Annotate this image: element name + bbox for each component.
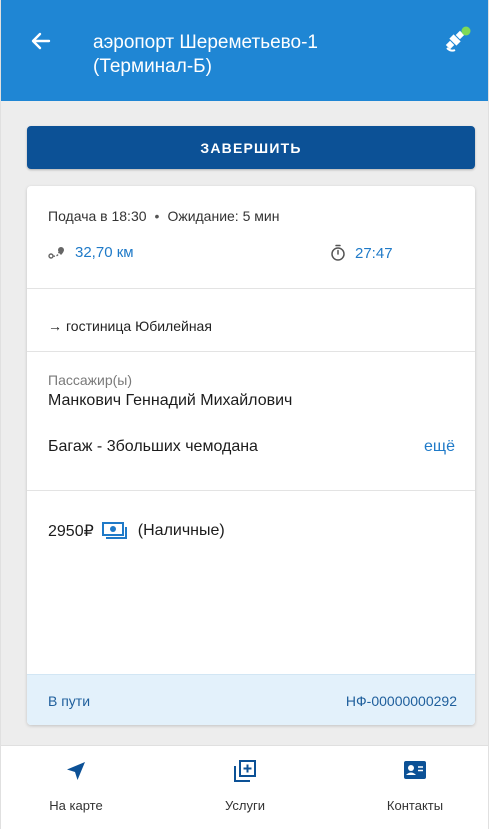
bottom-navigation: На карте Услуги Контакты: [1, 745, 488, 829]
contacts-icon: [404, 761, 426, 779]
page-title: аэропорт Шереметьево-1 (Терминал-Б): [93, 32, 319, 77]
finish-button[interactable]: ЗАВЕРШИТЬ: [27, 126, 475, 169]
passenger-section: Пассажир(ы) Манкович Геннадий Михайлович…: [27, 352, 475, 491]
nav-services[interactable]: Услуги: [170, 746, 320, 829]
duration-info: 27:47: [330, 244, 393, 262]
waiting-time: Ожидание: 5 мин: [167, 208, 280, 224]
pickup-wait-line: Подача в 18:30 • Ожидание: 5 мин: [48, 208, 279, 224]
arrow-left-icon: [31, 32, 51, 50]
cash-icon: [101, 522, 128, 540]
destination-name: гостиница Юбилейная: [66, 318, 212, 334]
payment-section: 2950₽ (Наличные): [27, 491, 475, 674]
status-badge: В пути: [48, 693, 91, 709]
back-button[interactable]: [26, 26, 56, 56]
payment-method: (Наличные): [137, 522, 225, 539]
baggage-info: Багаж - 3больших чемодана: [48, 438, 258, 455]
passengers-label: Пассажир(ы): [48, 372, 132, 388]
stopwatch-icon: [331, 244, 345, 261]
order-status-bar: В пути НФ-00000000292: [27, 674, 475, 725]
destination-row: → гостиница Юбилейная: [48, 318, 212, 334]
separator-dot: •: [154, 208, 160, 224]
order-screen: аэропорт Шереметьево-1 (Терминал-Б) ЗАВЕ…: [0, 0, 489, 829]
distance-value: 32,70 км: [75, 244, 134, 261]
price-value: 2950₽: [48, 523, 94, 540]
trip-info-section: Подача в 18:30 • Ожидание: 5 мин 32,70 км …: [27, 186, 475, 289]
satellite-icon: [445, 26, 471, 52]
gps-status-button[interactable]: [439, 22, 475, 58]
navigation-arrow-icon: [67, 762, 85, 780]
arrow-right-icon: →: [48, 318, 62, 334]
payment-row: 2950₽ (Наличные): [48, 521, 225, 541]
order-number: НФ-00000000292: [345, 693, 457, 709]
route-icon: [48, 246, 64, 259]
pickup-time: Подача в 18:30: [48, 208, 147, 224]
nav-map[interactable]: На карте: [1, 746, 151, 829]
distance-info: 32,70 км: [48, 244, 134, 261]
add-box-icon: [234, 760, 256, 782]
order-card: Подача в 18:30 • Ожидание: 5 мин 32,70 км …: [27, 186, 475, 725]
duration-value: 27:47: [355, 244, 393, 262]
app-bar: аэропорт Шереметьево-1 (Терминал-Б): [1, 0, 488, 101]
destination-section: → гостиница Юбилейная: [27, 289, 475, 352]
more-link[interactable]: ещё: [424, 438, 455, 456]
nav-map-label: На карте: [49, 798, 103, 813]
nav-contacts-label: Контакты: [386, 798, 444, 813]
passenger-name: Манкович Геннадий Михайлович: [48, 392, 293, 409]
nav-contacts[interactable]: Контакты: [340, 746, 488, 829]
nav-services-label: Услуги: [225, 798, 265, 813]
